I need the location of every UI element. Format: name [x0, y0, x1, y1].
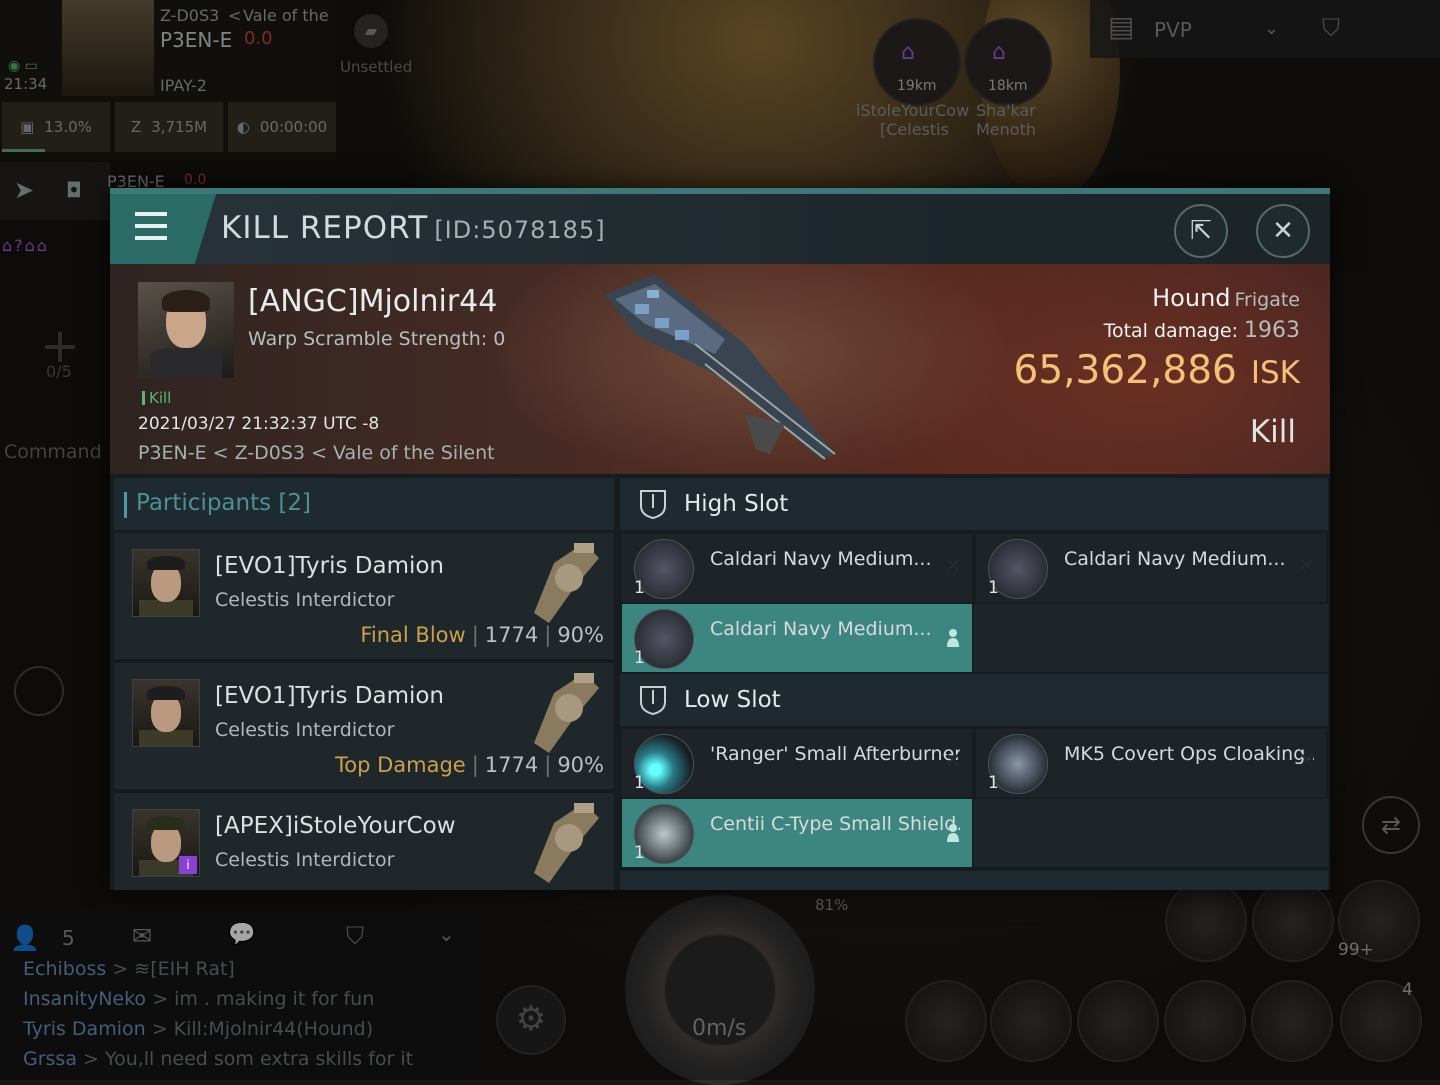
shield-icon	[640, 490, 666, 520]
participant-row[interactable]: [EVO1]Tyris Damion Celestis Interdictor …	[114, 533, 614, 663]
dropped-person-icon	[947, 629, 959, 647]
destroyed-icon: ✕	[1297, 749, 1316, 774]
shield-icon	[640, 686, 666, 716]
participants-header: Participants [2]	[114, 478, 614, 530]
close-button[interactable]: ✕	[1256, 204, 1310, 258]
participant-name: [EVO1]Tyris Damion	[215, 553, 445, 579]
high-slot-header: High Slot	[620, 478, 1328, 530]
slot-name: Caldari Navy Medium...	[1064, 548, 1286, 570]
ship-name-text: Hound	[1152, 284, 1231, 312]
slot-qty: 1	[634, 648, 645, 668]
result-label: Kill	[1249, 414, 1296, 450]
isk-value: 65,362,886 ISK	[1014, 348, 1300, 393]
victim-banner: [ANGC]Mjolnir44 Warp Scramble Strength: …	[110, 264, 1330, 474]
participant-damage: 1774	[484, 753, 539, 777]
page-title: KILL REPORT [ID:5078185]	[221, 210, 606, 246]
close-icon: ✕	[1272, 216, 1294, 246]
avatar[interactable]	[132, 549, 200, 617]
destroyed-icon: ✕	[943, 554, 962, 579]
victim-name[interactable]: [ANGC]Mjolnir44	[248, 284, 497, 319]
panel-header: KILL REPORT [ID:5078185] ⇱ ✕	[110, 194, 1330, 264]
kill-location[interactable]: P3EN-E < Z-D0S3 < Vale of the Silent	[138, 442, 495, 464]
mid-slot-header	[620, 871, 1328, 890]
menu-button[interactable]	[110, 194, 216, 264]
participant-stats: Top Damage | 1774 | 90%	[334, 753, 604, 777]
celestis-ship-icon	[534, 803, 599, 883]
participant-percent: 90%	[557, 623, 604, 647]
participant-damage: 1774	[484, 623, 539, 647]
participant-ship: Celestis Interdictor	[215, 589, 395, 611]
participants-label: Participants [2]	[123, 490, 312, 518]
low-slot-label: Low Slot	[684, 687, 781, 713]
dropped-person-icon	[947, 824, 959, 842]
celestis-ship-icon	[534, 543, 599, 623]
ship-name: Hound Frigate	[1152, 284, 1300, 312]
empty-slot	[974, 799, 1328, 867]
kill-datetime: 2021/03/27 21:32:37 UTC -8	[138, 414, 380, 434]
slot-qty: 1	[988, 578, 999, 598]
celestis-ship-icon	[534, 673, 599, 753]
destroyed-icon: ✕	[1297, 554, 1316, 579]
menu-icon	[135, 212, 167, 216]
participant-stats: Final Blow | 1774 | 90%	[360, 623, 604, 647]
slot-item[interactable]: 1 'Ranger' Small Afterburner ✕	[622, 729, 972, 797]
warp-scramble: Warp Scramble Strength: 0	[248, 328, 506, 350]
slot-item[interactable]: 1 Centii C-Type Small Shield...	[622, 799, 972, 867]
avatar[interactable]	[132, 679, 200, 747]
final-blow-tag: Final Blow	[360, 623, 466, 647]
destroyed-icon: ✕	[943, 749, 962, 774]
participant-percent: 90%	[557, 753, 604, 777]
damage-value: 1963	[1244, 318, 1300, 343]
info-badge-icon: i	[179, 856, 197, 874]
participant-ship: Celestis Interdictor	[215, 849, 395, 871]
ship-class: Frigate	[1234, 289, 1300, 311]
slot-name: Centii C-Type Small Shield...	[710, 813, 960, 835]
avatar[interactable]: i	[132, 809, 200, 877]
participant-name: [EVO1]Tyris Damion	[215, 683, 445, 709]
participants-count: [2]	[278, 490, 312, 516]
low-slot-header: Low Slot	[620, 674, 1328, 726]
external-link-icon: ⇱	[1190, 216, 1212, 246]
slot-item[interactable]: 1 MK5 Covert Ops Cloaking... ✕	[976, 729, 1326, 797]
slot-name: Caldari Navy Medium...	[710, 548, 932, 570]
hound-ship-image[interactable]	[595, 274, 845, 464]
title-text: KILL REPORT	[221, 210, 429, 246]
damage-label: Total damage:	[1103, 320, 1238, 342]
isk-amount: 65,362,886	[1013, 348, 1237, 393]
slot-item[interactable]: 1 Caldari Navy Medium... ✕	[622, 534, 972, 602]
slot-name: MK5 Covert Ops Cloaking...	[1064, 743, 1314, 765]
slot-qty: 1	[634, 773, 645, 793]
total-damage: Total damage: 1963	[1104, 318, 1300, 343]
participant-name: [APEX]iStoleYourCow	[215, 813, 456, 839]
high-slot-label: High Slot	[684, 491, 789, 517]
slot-qty: 1	[634, 578, 645, 598]
report-id: [ID:5078185]	[434, 216, 606, 244]
share-button[interactable]: ⇱	[1174, 204, 1228, 258]
slot-qty: 1	[988, 773, 999, 793]
participant-ship: Celestis Interdictor	[215, 719, 395, 741]
participant-row[interactable]: i [APEX]iStoleYourCow Celestis Interdict…	[114, 793, 614, 890]
kill-report-panel: KILL REPORT [ID:5078185] ⇱ ✕ [ANGC]Mjolni…	[110, 188, 1330, 890]
empty-slot	[974, 604, 1328, 672]
victim-portrait[interactable]	[138, 282, 234, 378]
slot-qty: 1	[634, 843, 645, 863]
isk-unit: ISK	[1250, 355, 1300, 391]
top-damage-tag: Top Damage	[334, 753, 466, 777]
kill-type: Kill	[142, 389, 171, 407]
slot-name: 'Ranger' Small Afterburner	[710, 743, 960, 765]
slot-item[interactable]: 1 Caldari Navy Medium... ✕	[976, 534, 1326, 602]
slot-name: Caldari Navy Medium...	[710, 618, 932, 640]
participant-row[interactable]: [EVO1]Tyris Damion Celestis Interdictor …	[114, 663, 614, 793]
slot-item[interactable]: 1 Caldari Navy Medium...	[622, 604, 972, 672]
